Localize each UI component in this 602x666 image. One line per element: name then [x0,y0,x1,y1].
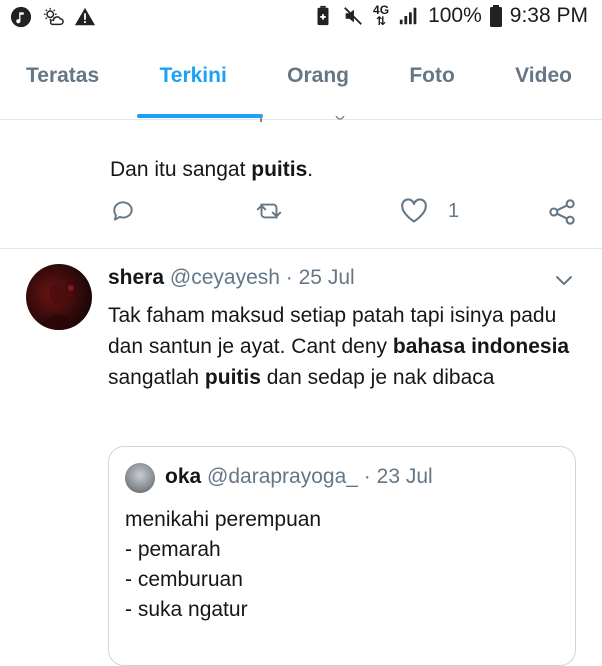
handle[interactable]: @ceyayesh [170,266,280,289]
tweet-header: shera @ceyayesh · 25 Jul [108,266,355,290]
clipped-text-fragment [260,116,345,122]
retweet-button[interactable] [254,198,284,224]
quoted-line: - suka ngatur [125,598,248,621]
signal-icon [399,7,417,25]
quoted-line: - cemburuan [125,568,243,591]
clock: 9:38 PM [509,4,588,27]
tab-terkini[interactable]: Terkini [160,36,227,120]
tweet-actions: 1 [108,198,578,238]
share-button[interactable] [548,198,576,226]
separator: · [285,266,293,289]
display-name[interactable]: shera [108,266,164,289]
battery-icon [489,5,502,27]
quoted-line: - pemarah [125,538,221,561]
tweet-body: Tak faham maksud setiap patah tapi isiny… [108,304,570,389]
warning-icon [74,7,96,26]
quoted-date: 23 Jul [376,465,433,488]
music-note-icon [10,6,32,28]
reply-button[interactable] [110,198,136,224]
like-button[interactable]: 1 [400,198,459,224]
quoted-display-name: oka [165,465,202,488]
tab-teratas[interactable]: Teratas [26,36,99,120]
battery-percent: 100% [428,4,482,27]
heart-icon [401,198,427,223]
status-right: 4G ⇅ 100% 9:38 PM [312,4,588,28]
quoted-text: menikahi perempuan - pemarah - cemburuan… [125,505,321,625]
tab-video[interactable]: Video [515,36,572,120]
search-tabs: Teratas Terkini Orang Foto Video [0,36,602,120]
quoted-separator: · [363,465,371,488]
quoted-handle: @daraprayoga_ [207,465,358,488]
share-icon [549,199,575,225]
network-4g-icon: 4G ⇅ [373,3,390,28]
like-count: 1 [448,199,460,222]
avatar[interactable] [26,264,92,330]
retweet-icon [256,203,282,219]
weather-icon [43,7,64,26]
quoted-header: oka @daraprayoga_ · 23 Jul [165,465,433,489]
tweet-divider [0,248,602,249]
tab-foto[interactable]: Foto [409,36,454,120]
quoted-line: menikahi perempuan [125,508,322,531]
status-left-icons [10,6,96,28]
status-bar: 4G ⇅ 100% 9:38 PM [0,0,602,36]
quoted-tweet-card[interactable]: oka @daraprayoga_ · 23 Jul menikahi pere… [108,446,576,666]
tab-orang[interactable]: Orang [287,36,349,120]
tweet-text: Dan itu sangat puitis. [110,158,314,181]
mute-icon [344,7,362,25]
battery-saver-icon [317,5,329,26]
reply-icon [113,201,133,221]
tweet-date[interactable]: 25 Jul [299,266,355,289]
quoted-avatar [125,463,155,493]
active-tab-indicator [137,114,263,118]
avatar-image [40,284,78,330]
chevron-down-icon[interactable] [552,268,576,292]
